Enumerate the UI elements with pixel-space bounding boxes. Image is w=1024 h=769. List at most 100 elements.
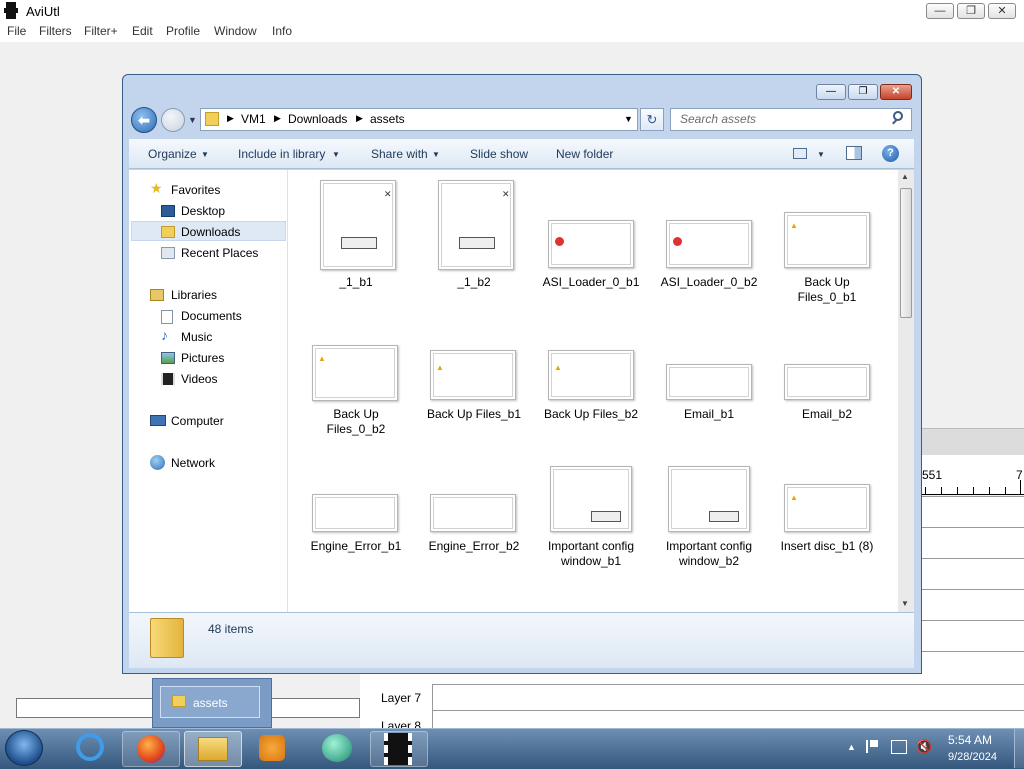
nav-recent-places[interactable]: Recent Places [181,246,258,260]
menu-filters[interactable]: Filters [39,24,72,38]
address-dropdown-chevron-icon[interactable]: ▼ [624,114,633,124]
help-icon[interactable]: ? [882,145,899,162]
nav-documents[interactable]: Documents [181,309,242,323]
menu-info[interactable]: Info [272,24,292,38]
file-thumbnail[interactable] [666,364,752,400]
file-name[interactable]: ASI_Loader_0_b2 [654,275,764,290]
file-thumbnail[interactable] [312,494,398,532]
explorer-minimize-button[interactable]: — [816,84,846,100]
network-status-icon[interactable] [891,740,907,754]
organize-button[interactable]: Organize [148,147,197,161]
chevron-down-icon[interactable]: ▼ [817,150,825,159]
scroll-up-icon[interactable]: ▲ [901,172,909,181]
explorer-close-button[interactable]: ✕ [880,84,912,100]
file-thumbnail[interactable] [550,466,632,532]
file-thumbnail[interactable] [548,220,634,268]
file-name[interactable]: Back Up [772,275,882,290]
file-name-line2[interactable]: window_b1 [536,554,646,569]
file-name[interactable]: Important config [536,539,646,554]
volume-muted-icon[interactable]: 🔇 [916,739,932,755]
nav-music[interactable]: Music [181,330,212,344]
close-button[interactable]: ✕ [988,3,1016,19]
file-name[interactable]: Engine_Error_b2 [419,539,529,554]
change-view-icon[interactable] [793,148,807,159]
file-thumbnail[interactable]: ▲ [548,350,634,400]
file-name[interactable]: Engine_Error_b1 [301,539,411,554]
new-folder-button[interactable]: New folder [556,147,613,161]
scrollbar-thumb[interactable] [900,188,912,318]
timeline-row[interactable] [921,589,1024,620]
file-name[interactable]: Email_b2 [772,407,882,422]
file-thumbnail[interactable] [668,466,750,532]
file-name[interactable]: Email_b1 [654,407,764,422]
nav-computer[interactable]: Computer [171,414,224,428]
show-desktop-button[interactable] [1014,729,1024,768]
file-thumbnail[interactable] [666,220,752,268]
slide-show-button[interactable]: Slide show [470,147,528,161]
show-hidden-icons-chevron-icon[interactable]: ▲ [847,742,856,752]
clock-date[interactable]: 9/28/2024 [948,751,997,763]
menu-profile[interactable]: Profile [166,24,200,38]
timeline-row[interactable] [921,620,1024,651]
scroll-down-icon[interactable]: ▼ [901,599,909,608]
menu-window[interactable]: Window [214,24,257,38]
timeline-row[interactable] [921,527,1024,558]
start-button-windows-icon[interactable] [5,730,43,766]
media-player-icon[interactable] [259,735,285,761]
file-thumbnail[interactable]: ▲ [430,350,516,400]
share-with-button[interactable]: Share with [371,147,428,161]
forward-arrow-icon[interactable] [161,108,185,132]
file-name[interactable]: Insert disc_b1 (8) [772,539,882,554]
minimize-button[interactable]: — [926,3,954,19]
file-thumbnail[interactable]: ✕ [320,180,396,270]
file-thumbnail[interactable]: ▲ [784,212,870,268]
timeline-row[interactable] [921,558,1024,589]
refresh-icon[interactable]: ↻ [640,108,664,131]
file-name[interactable]: _1_b1 [301,275,411,290]
file-thumbnail[interactable]: ▲ [312,345,398,401]
timeline-row[interactable] [921,651,1024,672]
preview-pane-icon[interactable] [846,146,862,160]
clock-time[interactable]: 5:54 AM [948,733,992,747]
nav-pictures[interactable]: Pictures [181,351,224,365]
nav-favorites[interactable]: Favorites [171,183,220,197]
nav-downloads[interactable]: Downloads [181,225,240,239]
file-thumbnail[interactable]: ▲ [784,484,870,532]
file-name[interactable]: Back Up Files_b2 [536,407,646,422]
nav-libraries[interactable]: Libraries [171,288,217,302]
back-arrow-icon[interactable]: ⬅ [131,107,157,133]
file-name[interactable]: Back Up Files_b1 [419,407,529,422]
menu-filter-plus[interactable]: Filter+ [84,24,118,38]
file-thumbnail[interactable] [784,364,870,400]
include-in-library-button[interactable]: Include in library [238,147,325,161]
file-name-line2[interactable]: Files_0_b2 [301,422,411,437]
menu-file[interactable]: File [7,24,26,38]
nav-desktop[interactable]: Desktop [181,204,225,218]
maximize-button[interactable]: ❐ [957,3,985,19]
file-name[interactable]: Important config [654,539,764,554]
menu-edit[interactable]: Edit [132,24,153,38]
layer-label[interactable]: Layer 7 [370,685,433,711]
breadcrumb-vm1[interactable]: VM1 [241,112,266,126]
file-name-line2[interactable]: window_b2 [654,554,764,569]
file-thumbnail[interactable]: ✕ [438,180,514,270]
file-name[interactable]: Back Up [301,407,411,422]
app-green-icon[interactable] [322,734,352,762]
search-placeholder: Search assets [680,112,757,126]
file-name[interactable]: _1_b2 [419,275,529,290]
videos-icon [161,373,175,385]
action-center-flag-icon[interactable] [866,740,878,753]
recent-pages-chevron-icon[interactable]: ▼ [188,115,197,125]
layer-label[interactable]: Layer 8 [370,711,433,728]
breadcrumb-assets[interactable]: assets [370,112,405,126]
nav-network[interactable]: Network [171,456,215,470]
file-name[interactable]: ASI_Loader_0_b1 [536,275,646,290]
internet-explorer-icon[interactable] [76,733,104,761]
breadcrumb-downloads[interactable]: Downloads [288,112,347,126]
nav-videos[interactable]: Videos [181,372,217,386]
ruler-tick [925,487,926,495]
timeline-row[interactable] [921,496,1024,527]
file-thumbnail[interactable] [430,494,516,532]
explorer-maximize-button[interactable]: ❐ [848,84,878,100]
file-name-line2[interactable]: Files_0_b1 [772,290,882,305]
